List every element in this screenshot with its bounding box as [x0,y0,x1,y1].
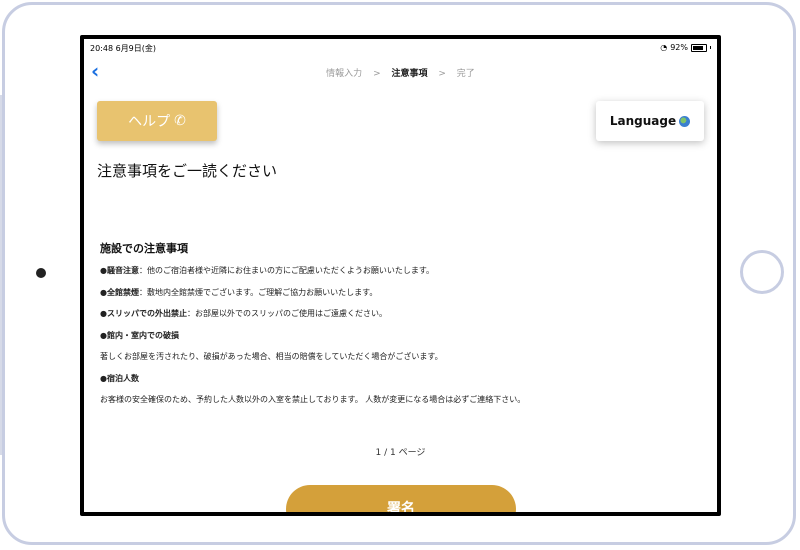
language-button[interactable]: Language [596,101,704,141]
notice-item: 著しくお部屋を汚されたり、破損があった場合、相当の賠償をしていただく場合がござい… [100,351,443,362]
notice-text: ：敷地内全館禁煙でございます。ご理解ご協力お願いいたします。 [138,288,378,297]
progress-steps: 情報入力 > 注意事項 > 完了 [84,66,717,79]
home-button[interactable] [740,250,784,294]
sign-button-label: 署名 [387,501,415,512]
language-button-label: Language [609,114,677,128]
step-complete: 完了 [456,69,475,79]
status-time-date: 20:48 6月9日(金) [90,44,157,53]
notice-label: ●騒音注意 [100,266,139,275]
notice-text: ：お部屋以外でのスリッパのご使用はご遠慮ください。 [186,309,387,318]
notice-text: ：他のご宿泊者様や近隣にお住まいの方にご配慮いただくようお願いいたします。 [138,266,435,275]
notice-label: ●館内・室内での破損 [100,331,179,340]
phone-icon: ✆ [174,113,186,129]
notice-item: お客様の安全確保のため、予約した人数以外の入室を禁止しております。 人数が変更に… [100,394,525,405]
battery-tip [710,46,711,49]
step-notes: 注意事項 [391,69,428,79]
notice-item: ●騒音注意：他のご宿泊者様や近隣にお住まいの方にご配慮いただくようお願いいたしま… [100,265,434,276]
wifi-icon: ◔ [660,43,668,52]
step-separator: > [373,69,381,79]
help-button-label: ヘルプ [128,114,171,130]
camera-dot [36,268,46,278]
notice-label: ●スリッパでの外出禁止 [100,309,187,318]
notice-item: ●館内・室内での破損 [100,330,179,341]
app-view: 20:48 6月9日(金) ◔ 92% ‹ 情報入力 > 注意事項 > 完了 ヘ… [84,39,717,512]
notice-text: お客様の安全確保のため、予約した人数以外の入室を禁止しております。 人数が変更に… [100,395,526,404]
notice-item: ●宿泊人数 [100,373,139,384]
status-indicators: ◔ 92% [660,43,711,52]
step-info-input: 情報入力 [326,69,363,79]
status-bar: 20:48 6月9日(金) ◔ 92% [90,41,711,55]
page-title: 注意事項をご一読ください [97,162,278,180]
step-separator: > [438,69,446,79]
help-button[interactable]: ヘルプ ✆ [97,101,217,141]
notice-label: ●全館禁煙 [100,288,139,297]
notice-item: ●スリッパでの外出禁止：お部屋以外でのスリッパのご使用はご遠慮ください。 [100,308,387,319]
page-indicator: 1 / 1 ページ [375,448,426,458]
notice-label: ●宿泊人数 [100,374,139,383]
battery-icon [691,43,707,52]
globe-icon [679,115,691,127]
sign-button[interactable]: 署名 [286,485,516,512]
tablet-screen: 20:48 6月9日(金) ◔ 92% ‹ 情報入力 > 注意事項 > 完了 ヘ… [80,35,721,516]
section-title: 施設での注意事項 [100,242,188,255]
notice-text: 著しくお部屋を汚されたり、破損があった場合、相当の賠償をしていただく場合がござい… [100,352,443,361]
notice-item: ●全館禁煙：敷地内全館禁煙でございます。ご理解ご協力お願いいたします。 [100,287,377,298]
battery-percent: 92% [670,43,688,52]
